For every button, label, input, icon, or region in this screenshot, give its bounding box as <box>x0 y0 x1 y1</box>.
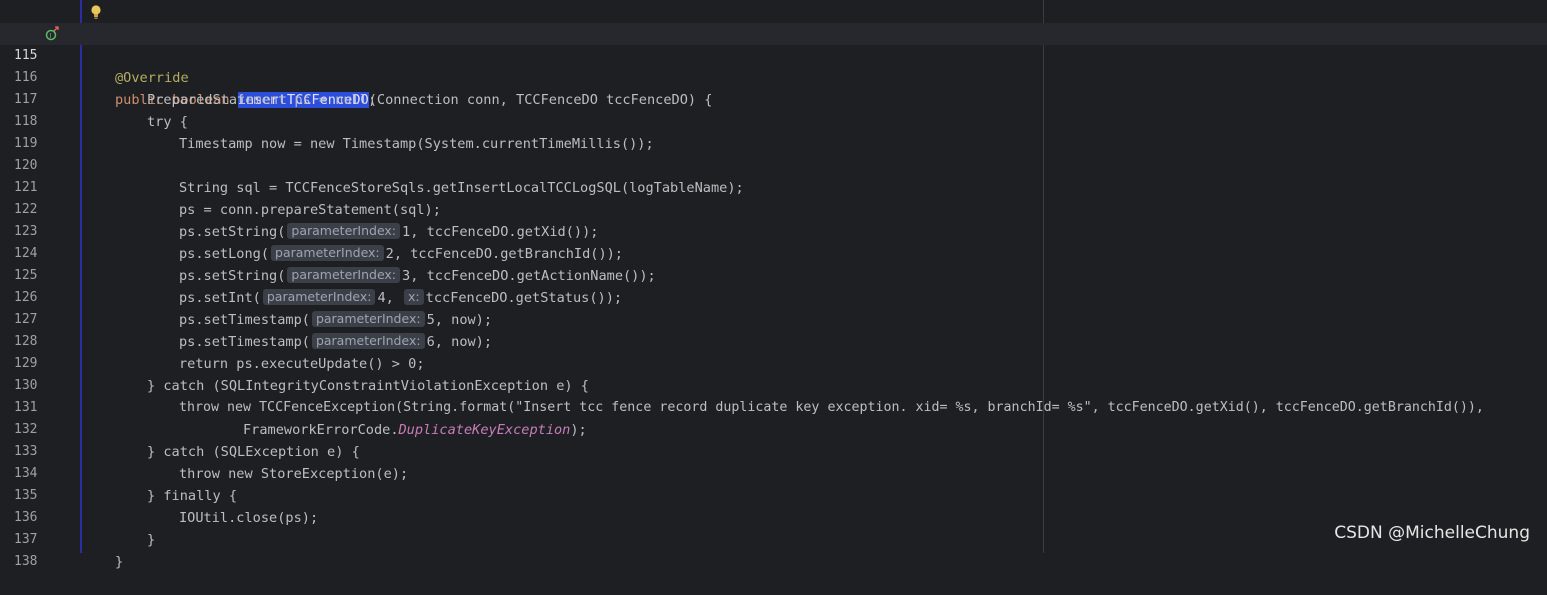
code-line-126[interactable]: 126 ps.setTimestamp(parameterIndex: 5, no… <box>0 265 1547 328</box>
code-line-114[interactable]: 114 @Override <box>0 1 1547 86</box>
code-line-125[interactable]: 125 ps.setInt(parameterIndex: 4, x: tccFen… <box>0 243 1547 306</box>
code-line-117[interactable]: 117 try { <box>0 67 1547 130</box>
watermark: CSDN @MichelleChung <box>1334 523 1530 543</box>
code-line-115[interactable]: 115 I public boolean insertTCCFenceDO(Co… <box>0 23 1547 108</box>
code-line-119[interactable]: 119 <box>0 111 1547 151</box>
code-editor[interactable]: 114 @Override 115 I public boolean inser… <box>0 0 1547 570</box>
implementation-marker-icon[interactable]: I <box>45 26 59 42</box>
code-line-135[interactable]: 135 IOUtil.close(ps); <box>0 463 1547 526</box>
code-line-128[interactable]: 128 return ps.executeUpdate() > 0; <box>0 309 1547 372</box>
code-line-133[interactable]: 133 throw new StoreException(e); <box>0 419 1547 482</box>
code-line-129[interactable]: 129 } catch (SQLIntegrityConstraintViola… <box>0 331 1547 394</box>
code-line-131[interactable]: 131 FrameworkErrorCode.DuplicateKeyExcep… <box>0 375 1547 438</box>
code-line-121[interactable]: 121 ps = conn.prepareStatement(sql); <box>0 155 1547 218</box>
code-line-124[interactable]: 124 ps.setString(parameterIndex: 3, tccFe… <box>0 221 1547 284</box>
svg-text:I: I <box>49 32 51 40</box>
code-line-134[interactable]: 134 } finally { <box>0 441 1547 504</box>
lightbulb-icon[interactable] <box>90 4 102 20</box>
code-line-130[interactable]: 130 throw new TCCFenceException(String.f… <box>0 353 1547 415</box>
code-line-138[interactable]: 138 <box>0 529 1547 569</box>
line-number: 138 <box>14 554 38 569</box>
code-line-136[interactable]: 136 } <box>0 485 1547 548</box>
code-line-116[interactable]: 116 PreparedStatement ps = null; <box>0 45 1547 108</box>
code-line-122[interactable]: 122 ps.setString(parameterIndex: 1, tccFe… <box>0 177 1547 240</box>
code-text: } <box>115 554 124 570</box>
code-line-132[interactable]: 132 } catch (SQLException e) { <box>0 397 1547 460</box>
code-line-123[interactable]: 123 ps.setLong(parameterIndex: 2, tccFenc… <box>0 199 1547 262</box>
code-line-118[interactable]: 118 Timestamp now = new Timestamp(System… <box>0 89 1547 152</box>
code-line-120[interactable]: 120 String sql = TCCFenceStoreSqls.getIn… <box>0 133 1547 196</box>
code-line-137[interactable]: 137 } <box>0 507 1547 570</box>
code-line-127[interactable]: 127 ps.setTimestamp(parameterIndex: 6, no… <box>0 287 1547 350</box>
